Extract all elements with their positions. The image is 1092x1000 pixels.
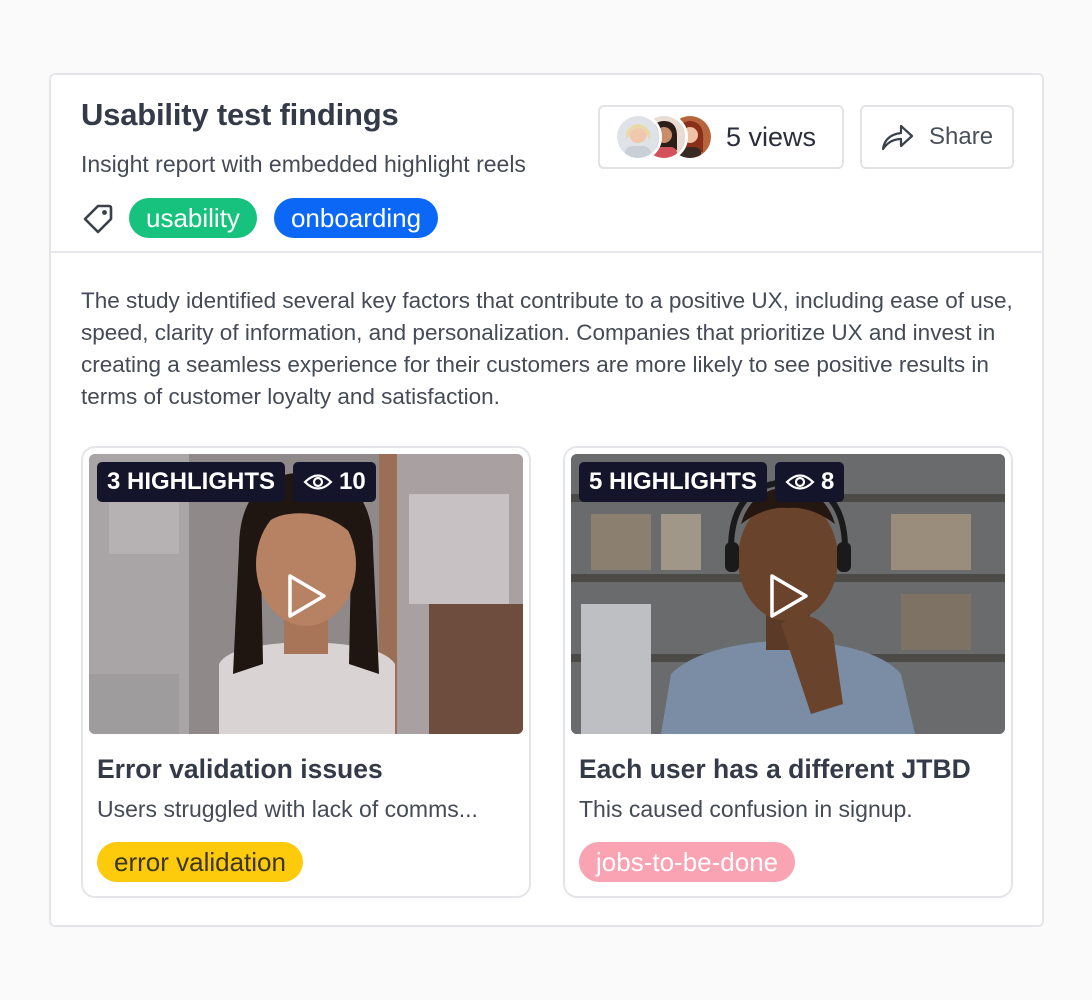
tag-jobs-to-be-done[interactable]: jobs-to-be-done — [579, 842, 796, 882]
report-header: Usability test findings Insight report w… — [51, 75, 1042, 253]
play-icon[interactable] — [764, 572, 812, 620]
highlight-reel-card[interactable]: 5 HIGHLIGHTS 8 Each user has a different… — [563, 446, 1013, 898]
reel-description: This caused confusion in signup. — [579, 796, 913, 822]
highlight-reel-card[interactable]: 3 HIGHLIGHTS 10 Error validation issues … — [81, 446, 531, 898]
report-title: Usability test findings — [81, 97, 399, 132]
view-count-badge: 8 — [775, 462, 845, 502]
tag-usability[interactable]: usability — [129, 198, 257, 238]
share-label: Share — [929, 123, 994, 150]
tag-icon — [83, 204, 113, 234]
video-thumbnail[interactable]: 5 HIGHLIGHTS 8 — [571, 454, 1005, 734]
report-summary: The study identified several key factors… — [81, 288, 1013, 409]
tag-list: usability onboarding — [81, 197, 455, 239]
report-subtitle: Insight report with embedded highlight r… — [81, 151, 526, 177]
share-button[interactable]: Share — [860, 105, 1014, 169]
view-count: 10 — [339, 468, 366, 495]
highlights-count-badge: 3 HIGHLIGHTS — [97, 462, 286, 502]
views-count: 5 views — [726, 121, 817, 152]
tag-onboarding[interactable]: onboarding — [273, 198, 439, 238]
view-count-badge: 10 — [293, 462, 376, 502]
tag-error-validation[interactable]: error validation — [97, 842, 303, 882]
reel-badges: 5 HIGHLIGHTS 8 — [579, 462, 845, 502]
reel-title: Each user has a different JTBD — [579, 754, 971, 784]
insight-report-card: Usability test findings Insight report w… — [49, 73, 1044, 927]
viewer-avatars — [614, 113, 714, 161]
avatar — [614, 113, 662, 161]
reel-description: Users struggled with lack of comms... — [97, 796, 478, 822]
share-arrow-icon — [881, 124, 914, 151]
highlights-count-badge: 5 HIGHLIGHTS — [579, 462, 768, 502]
reel-title: Error validation issues — [97, 754, 383, 784]
video-thumbnail[interactable]: 3 HIGHLIGHTS 10 — [89, 454, 523, 734]
reel-badges: 3 HIGHLIGHTS 10 — [97, 462, 376, 502]
eye-icon — [785, 474, 815, 490]
play-icon[interactable] — [282, 572, 330, 620]
view-count: 8 — [821, 468, 835, 495]
eye-icon — [303, 474, 333, 490]
viewers-button[interactable]: 5 views — [598, 105, 844, 169]
